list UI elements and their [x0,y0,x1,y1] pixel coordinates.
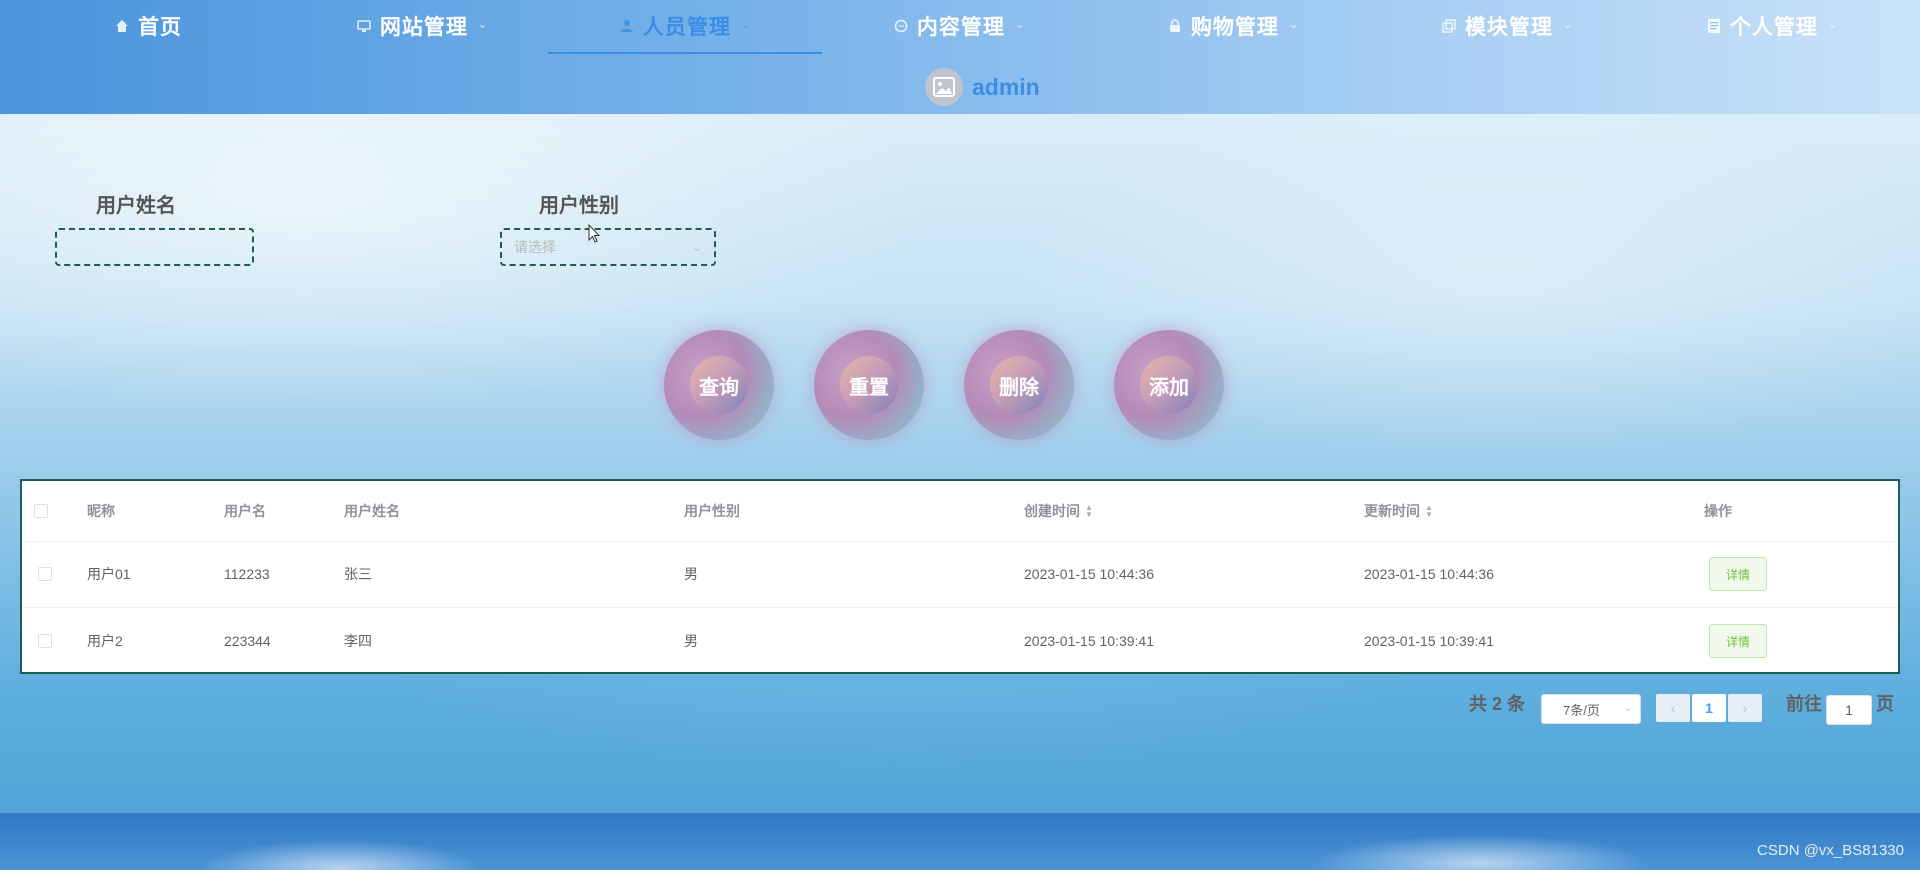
goto-page-input[interactable]: 1 [1826,695,1872,725]
reset-button-label: 重置 [840,356,898,414]
cell-username: 112233 [224,566,270,582]
query-button[interactable]: 查询 [664,330,774,440]
chevron-down-icon: ⌄ [1288,18,1300,31]
page-number-button[interactable]: 1 [1692,694,1726,722]
row-checkbox[interactable] [38,567,52,581]
chevron-down-icon: ⌄ [477,18,489,31]
user-icon [619,18,635,34]
cell-realname: 李四 [344,633,372,649]
footer-banner [0,813,1920,870]
query-button-label: 查询 [690,356,748,414]
chevron-down-icon: ⌄ [1623,703,1632,714]
nav-item-home[interactable]: 首页 [11,0,285,52]
column-header-updated-label: 更新时间 [1364,503,1420,519]
cell-realname: 张三 [344,566,372,582]
row-checkbox[interactable] [38,634,52,648]
chevron-down-icon: ⌄ [1014,18,1026,31]
cell-created: 2023-01-15 10:44:36 [1024,566,1154,582]
nav-item-label: 购物管理 [1190,16,1279,39]
chevron-down-icon: ⌄ [740,18,752,31]
nav-item-website-management[interactable]: 网站管理 ⌄ [285,0,559,52]
table-row: 用户2 223344 李四 男 2023-01-15 10:39:41 2023… [22,608,1898,674]
cell-username: 223344 [224,633,271,649]
watermark: CSDN @vx_BS81330 [1757,842,1904,859]
select-all-checkbox[interactable] [34,504,48,518]
home-icon [114,18,130,34]
gender-field-label: 用户性别 [539,195,619,217]
nav-item-personnel-management[interactable]: 人员管理 ⌄ [548,0,822,54]
name-field-label: 用户姓名 [96,195,176,217]
user-menu[interactable]: admin [925,68,1040,106]
column-header-username: 用户名 [224,503,266,519]
copy-icon [1441,18,1457,34]
nav-item-label: 内容管理 [916,16,1005,39]
column-header-actions: 操作 [1704,503,1732,519]
column-header-nickname: 昵称 [87,503,115,519]
sort-icon[interactable]: ▲ ▼ [1085,504,1093,519]
goto-suffix: 页 [1876,694,1894,714]
cell-created: 2023-01-15 10:39:41 [1024,633,1154,649]
top-nav-bar: 首页 网站管理 ⌄ 人员管理 ⌄ 内容管理 ⌄ 购物管理 ⌄ 模块管理 ⌄ 个人… [0,0,1920,114]
lock-icon [1167,18,1183,34]
column-header-created[interactable]: 创建时间 ▲ ▼ [1024,481,1093,541]
image-icon [933,77,955,97]
document-icon [1706,18,1722,34]
nav-item-label: 首页 [138,16,182,39]
column-header-realname: 用户姓名 [344,503,400,519]
chevron-right-icon: › [1742,700,1748,716]
table-row: 用户01 112233 张三 男 2023-01-15 10:44:36 202… [22,541,1898,608]
prev-page-button[interactable]: ‹ [1656,694,1690,722]
detail-button[interactable]: 详情 [1709,557,1767,591]
nav-item-shopping-management[interactable]: 购物管理 ⌄ [1096,0,1370,52]
page-size-value: 7条/页 [1563,702,1600,718]
delete-button[interactable]: 删除 [964,330,1074,440]
reset-button[interactable]: 重置 [814,330,924,440]
add-button-label: 添加 [1140,356,1198,414]
chevron-down-icon: ⌄ [1827,18,1839,31]
goto-label: 前往 [1786,694,1822,714]
monitor-icon [356,18,372,34]
delete-button-label: 删除 [990,356,1048,414]
add-button[interactable]: 添加 [1114,330,1224,440]
sort-icon[interactable]: ▲ ▼ [1425,504,1433,519]
cell-gender: 男 [684,566,698,582]
chevron-down-icon: ⌄ [1562,18,1574,31]
column-header-gender: 用户性别 [684,503,740,519]
nav-item-module-management[interactable]: 模块管理 ⌄ [1370,0,1644,52]
page-size-select[interactable]: 7条/页 ⌄ [1541,694,1641,724]
select-all-cell [34,481,48,541]
username[interactable]: admin [972,74,1040,101]
user-table: 昵称 用户名 用户姓名 用户性别 创建时间 ▲ ▼ 更新时间 ▲ ▼ 操作 用户01… [20,479,1900,674]
chevron-left-icon: ‹ [1670,700,1676,716]
name-input[interactable] [55,228,254,266]
nav-item-content-management[interactable]: 内容管理 ⌄ [822,0,1096,52]
gender-select-placeholder: 请选择 [514,239,556,255]
nav-item-label: 网站管理 [379,16,468,39]
chevron-down-icon: ⌄ [691,240,702,254]
nav-item-label: 个人管理 [1729,16,1818,39]
detail-button[interactable]: 详情 [1709,624,1767,658]
cell-nickname: 用户01 [87,566,131,582]
column-header-updated[interactable]: 更新时间 ▲ ▼ [1364,481,1433,541]
chat-icon [893,18,909,34]
table-header: 昵称 用户名 用户姓名 用户性别 创建时间 ▲ ▼ 更新时间 ▲ ▼ 操作 [22,481,1898,542]
nav-item-personal-management[interactable]: 个人管理 ⌄ [1635,0,1909,52]
cell-updated: 2023-01-15 10:39:41 [1364,633,1494,649]
cell-gender: 男 [684,633,698,649]
mouse-cursor-icon [588,224,601,243]
pagination-total: 共 2 条 [1469,694,1526,714]
cell-nickname: 用户2 [87,633,123,649]
nav-item-label: 人员管理 [642,16,731,39]
gender-select[interactable]: 请选择 ⌄ [500,228,716,266]
cell-updated: 2023-01-15 10:44:36 [1364,566,1494,582]
avatar[interactable] [925,68,963,106]
next-page-button[interactable]: › [1728,694,1762,722]
nav-item-label: 模块管理 [1464,16,1553,39]
column-header-created-label: 创建时间 [1024,503,1080,519]
